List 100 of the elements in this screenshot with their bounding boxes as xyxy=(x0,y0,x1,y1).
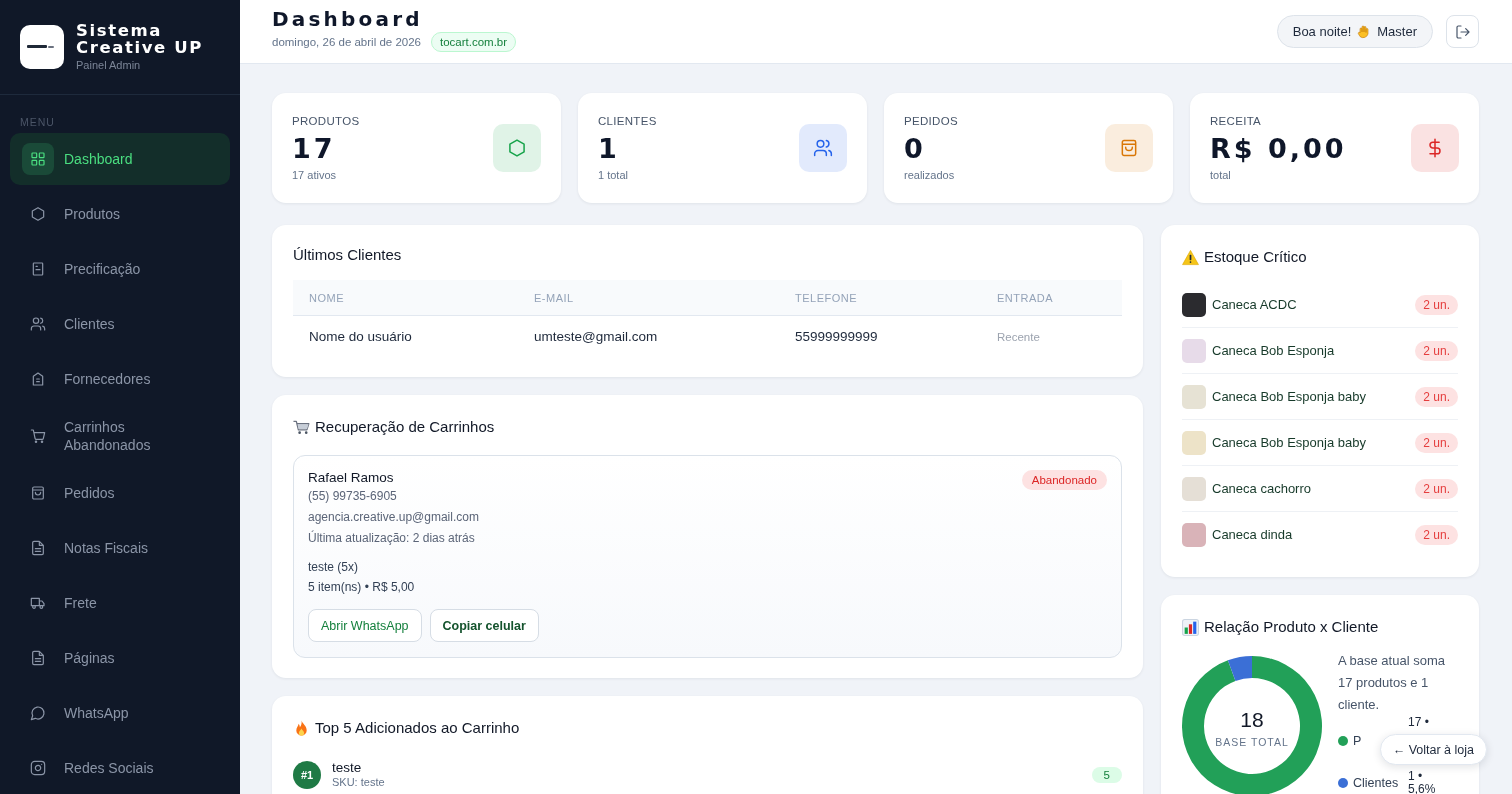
legend-value: 1 • 5,6% xyxy=(1408,770,1437,794)
table-cell-text: umteste@gmail.com xyxy=(533,329,659,344)
customer-email: agencia.creative.up@gmail.com xyxy=(308,509,479,526)
product-photo xyxy=(1182,338,1206,363)
stock-badge: 2 un. xyxy=(1415,478,1458,499)
sidebar-item[interactable]: Dashboard xyxy=(10,133,230,185)
last-update: Última atualização: 2 dias atrás xyxy=(308,529,476,547)
table-cell-text: Nome do usuário xyxy=(308,329,413,344)
sidebar-item[interactable]: Redes Sociais xyxy=(10,742,230,794)
sidebar-item[interactable]: Fornecedores xyxy=(10,353,230,405)
document-icon xyxy=(30,261,46,277)
stat-label: CLIENTES xyxy=(598,114,657,128)
customer-phone: (55) 99735-6905 xyxy=(308,488,398,505)
donut-total: 18 xyxy=(1239,708,1265,732)
stock-badge: 2 un. xyxy=(1415,524,1458,545)
fire-icon xyxy=(293,719,310,737)
brand-subtitle: Painel Admin xyxy=(76,58,142,72)
column-header: ENTRADA xyxy=(996,291,1055,304)
stat-value: 1 xyxy=(598,134,621,164)
product-sku: SKU: teste xyxy=(332,776,386,789)
sidebar-item[interactable]: WhatsApp xyxy=(10,687,230,739)
stat-value: 0 xyxy=(904,134,927,164)
table-cell-text: Recente xyxy=(996,330,1041,343)
sidebar-item[interactable]: Produtos xyxy=(10,188,230,240)
sidebar-item[interactable]: Clientes xyxy=(10,298,230,350)
column-header: TELEFONE xyxy=(794,291,859,304)
card-title: Últimos Clientes xyxy=(293,245,403,265)
logout-button[interactable] xyxy=(1446,15,1479,48)
stat-note: 1 total xyxy=(598,168,629,182)
column-header: E-MAIL xyxy=(533,291,575,304)
stat-value: 17 xyxy=(292,134,337,164)
summary-text: A base atual soma 17 produtos e 1 cliente. xyxy=(1338,652,1446,714)
stat-label: PEDIDOS xyxy=(904,114,958,128)
sidebar-item[interactable]: Precificação xyxy=(10,243,230,295)
camera-icon xyxy=(30,760,46,776)
users-icon xyxy=(30,316,46,332)
domain-badge: tocart.com.br xyxy=(431,32,517,52)
stat-note: total xyxy=(1210,168,1232,182)
product-name: Caneca dinda xyxy=(1212,527,1294,542)
greeting-button[interactable]: Boa noite! Master xyxy=(1276,15,1433,48)
donut-total-label: BASE TOTAL xyxy=(1214,736,1290,748)
card-title: Top 5 Adicionados ao Carrinho xyxy=(315,718,520,738)
copy-phone-button[interactable]: Copiar celular xyxy=(429,609,539,642)
product-name: Caneca Bob Esponja xyxy=(1212,343,1336,358)
product-photo xyxy=(1182,292,1206,317)
customer-name: Rafael Ramos xyxy=(308,470,395,486)
whatsapp-button[interactable]: Abrir WhatsApp xyxy=(308,609,422,642)
table-cell-text: 55999999999 xyxy=(794,329,879,344)
bar-chart-icon xyxy=(1182,618,1199,636)
legend-label: Clientes xyxy=(1353,776,1399,790)
file-icon xyxy=(30,650,46,666)
stock-badge: 2 un. xyxy=(1415,432,1458,453)
stat-note: realizados xyxy=(904,168,956,182)
truck-icon xyxy=(30,595,46,611)
logout-icon xyxy=(1454,23,1471,40)
product-name: Caneca Bob Esponja baby xyxy=(1212,435,1367,450)
cart-icon xyxy=(30,428,46,444)
rank-badge: #1 xyxy=(293,760,321,789)
product-name: teste xyxy=(332,760,363,776)
product-photo xyxy=(1182,430,1206,455)
sidebar-item[interactable]: Pedidos xyxy=(10,467,230,519)
cart-summary: 5 item(ns) • R$ 5,00 xyxy=(308,579,416,596)
legend-label: P xyxy=(1353,734,1362,748)
column-header: NOME xyxy=(308,291,345,304)
stock-badge: 2 un. xyxy=(1415,386,1458,407)
stat-value: R$ 0,00 xyxy=(1210,134,1347,164)
stat-label: RECEITA xyxy=(1210,114,1263,128)
stat-label: PRODUTOS xyxy=(292,114,360,128)
chat-bubble-icon xyxy=(30,705,46,721)
logo-icon xyxy=(20,25,64,69)
sidebar-item[interactable]: Notas Fiscais xyxy=(10,522,230,574)
product-name: Caneca Bob Esponja baby xyxy=(1212,389,1367,404)
bag-icon xyxy=(30,485,46,501)
page-title: Dashboard xyxy=(272,8,424,31)
hexagon-icon xyxy=(30,206,46,222)
count-badge: 5 xyxy=(1091,766,1122,783)
card-title: Recuperação de Carrinhos xyxy=(315,417,495,437)
product-photo xyxy=(1182,384,1206,409)
warning-icon xyxy=(1182,248,1199,266)
product-photo xyxy=(1182,522,1206,547)
cart-items: teste (5x) xyxy=(308,559,359,576)
card-title: Estoque Crítico xyxy=(1204,247,1307,267)
grid-icon xyxy=(22,143,54,175)
menu-heading: MENU xyxy=(20,116,55,128)
sidebar-item[interactable]: Carrinhos Abandonados xyxy=(10,408,230,464)
legend-value: 17 • xyxy=(1408,716,1430,729)
building-icon xyxy=(30,371,46,387)
sidebar-item[interactable]: Páginas xyxy=(10,632,230,684)
product-photo xyxy=(1182,476,1206,501)
file-icon xyxy=(30,540,46,556)
date-label: domingo, 26 de abril de 2026 xyxy=(272,36,421,48)
stat-note: 17 ativos xyxy=(292,168,338,182)
brand-name: Sistema Creative UP xyxy=(76,22,204,56)
product-name: Caneca ACDC xyxy=(1212,297,1298,312)
stock-badge: 2 un. xyxy=(1415,294,1458,315)
stock-badge: 2 un. xyxy=(1415,340,1458,361)
cart-icon xyxy=(293,418,310,436)
sidebar-item[interactable]: Frete xyxy=(10,577,230,629)
product-name: Caneca cachorro xyxy=(1212,481,1312,496)
back-to-store-button[interactable]: ← Voltar à loja xyxy=(1379,734,1487,765)
